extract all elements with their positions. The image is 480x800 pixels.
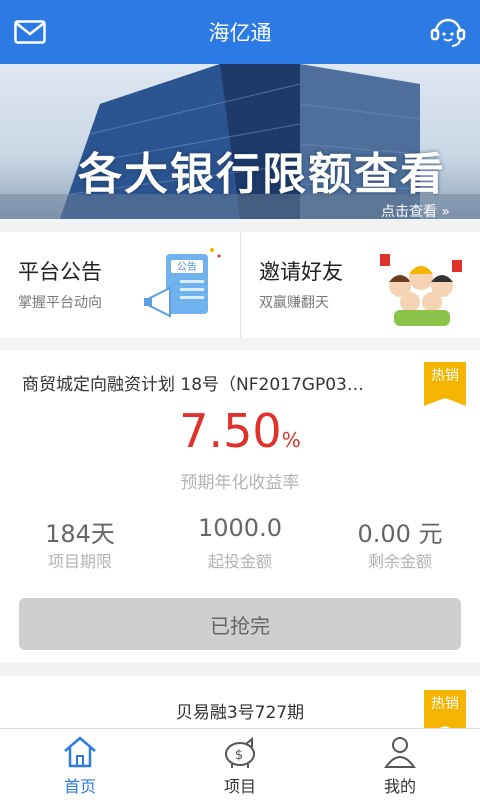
product-card[interactable]: 贝易融3号727期 热销	[0, 676, 480, 734]
stat-term: 184天 项目期限	[0, 514, 160, 572]
stat-value: 0.00 元	[357, 520, 443, 548]
svg-text:$: $	[235, 748, 243, 763]
rate-label: 预期年化收益率	[180, 473, 300, 493]
friends-group-icon	[380, 254, 462, 326]
sold-out-button[interactable]: 已抢完	[19, 598, 461, 650]
stat-remaining: 0.00 元 剩余金额	[320, 514, 480, 572]
rate-value: 7.50	[179, 404, 282, 458]
product-card[interactable]: 商贸城定向融资计划 18号（NF2017GP03… 热销 7.50% 预期年化收…	[0, 350, 480, 662]
hot-badge: 热销	[424, 690, 466, 734]
announcement-card[interactable]: 平台公告 掌握平台动向 公告	[0, 232, 240, 338]
stat-label: 起投金额	[207, 552, 272, 571]
mail-icon[interactable]	[14, 20, 46, 44]
product-stats: 184天 项目期限 1000.0 起投金额 0.00 元 剩余金额	[0, 514, 480, 572]
quick-cards: 平台公告 掌握平台动向 公告 邀请好友 双赢赚翻天	[0, 232, 480, 338]
app-header: 海亿通	[0, 0, 480, 64]
invite-friends-card[interactable]: 邀请好友 双赢赚翻天	[240, 232, 480, 338]
stat-label: 剩余金额	[367, 552, 432, 571]
tab-label: 首页	[63, 777, 96, 796]
bottom-tab-bar: 首页 $ 项目 我的	[0, 728, 480, 800]
banner-more-link[interactable]: 点击查看 »	[381, 201, 450, 219]
tab-label: 我的	[383, 777, 416, 796]
hot-badge: 热销	[424, 362, 466, 406]
stat-value: 184天	[45, 520, 115, 548]
stat-label: 项目期限	[47, 552, 112, 571]
stat-value: 1000.0	[198, 514, 282, 542]
rate-display: 7.50%	[0, 404, 480, 458]
card-title: 平台公告	[18, 260, 102, 284]
tab-profile[interactable]: 我的	[320, 729, 480, 800]
rate-unit: %	[281, 428, 301, 452]
user-icon	[384, 737, 416, 768]
card-subtitle: 掌握平台动向	[18, 295, 102, 311]
card-subtitle: 双赢赚翻天	[259, 295, 329, 311]
stat-min-investment: 1000.0 起投金额	[160, 514, 320, 572]
piggy-bank-icon: $	[225, 736, 255, 768]
page-title: 海亿通	[208, 21, 272, 45]
product-name: 商贸城定向融资计划 18号（NF2017GP03…	[22, 375, 364, 395]
card-title: 邀请好友	[259, 260, 343, 284]
tab-projects[interactable]: $ 项目	[160, 729, 320, 800]
banner-headline: 各大银行限额查看	[78, 149, 446, 200]
tab-home[interactable]: 首页	[0, 729, 160, 800]
promo-banner[interactable]: 各大银行限额查看 点击查看 »	[0, 64, 480, 219]
home-icon	[64, 736, 96, 768]
product-name: 贝易融3号727期	[175, 703, 305, 723]
customer-service-icon[interactable]	[430, 16, 466, 48]
svg-text:公告: 公告	[177, 260, 197, 273]
announcement-board-icon: 公告	[144, 248, 221, 318]
tab-label: 项目	[223, 777, 256, 796]
